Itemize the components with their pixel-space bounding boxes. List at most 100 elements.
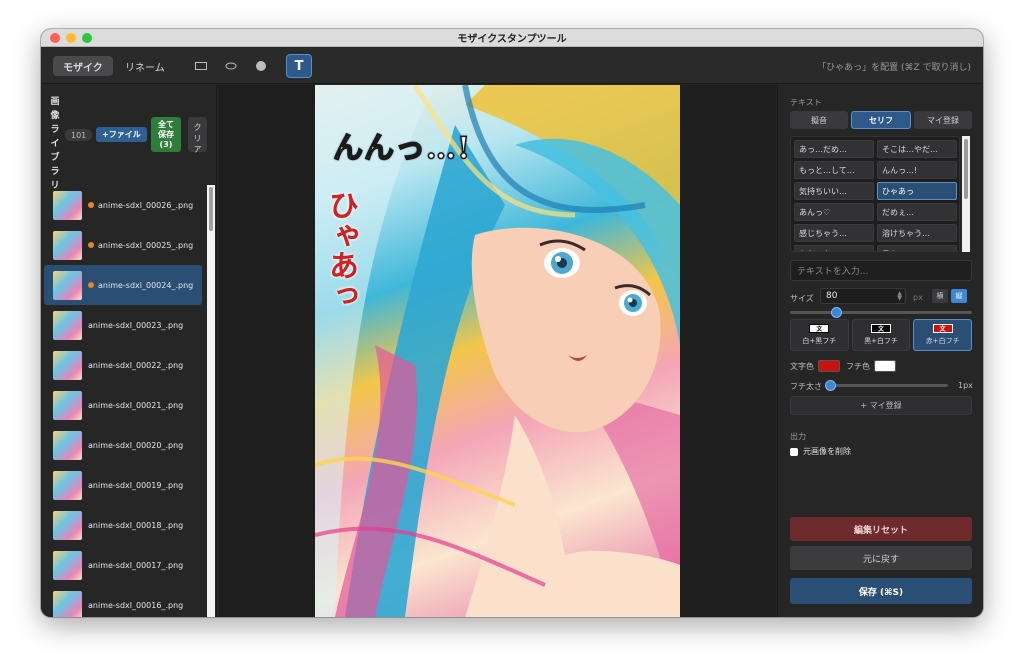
output-section-label: 出力 (790, 432, 806, 441)
tab-rename[interactable]: リネーム (115, 56, 175, 76)
phrase-item[interactable]: 見ないで… (877, 245, 957, 251)
size-input[interactable]: 80 ▲ ▼ (820, 288, 906, 304)
close-window-button[interactable] (50, 33, 60, 43)
modified-dot-icon (88, 202, 94, 208)
phrase-item[interactable]: だめぇ… (877, 203, 957, 221)
toolbar: モザイク リネーム T 「ひゃあっ」を配置 (⌘Z で取り消し) (41, 48, 983, 84)
modified-dot-icon (88, 282, 94, 288)
scrollbar-thumb[interactable] (964, 139, 968, 199)
preset-white-black-edge[interactable]: 文 白+黒フチ (790, 319, 849, 351)
file-list-scrollbar[interactable] (207, 185, 215, 617)
scrollbar-thumb[interactable] (209, 187, 213, 231)
edge-width-slider-knob[interactable] (825, 380, 836, 391)
add-my-phrase-button[interactable]: + マイ登録 (790, 396, 972, 415)
file-list-item[interactable]: anime-sdxl_00022_.png (44, 345, 202, 385)
size-label: サイズ (790, 294, 814, 303)
phrase-item[interactable]: そこは…やだ… (877, 140, 957, 158)
text-color-label: 文字色 (790, 361, 814, 371)
file-thumbnail (53, 270, 82, 300)
stepper-icon[interactable]: ▲ ▼ (897, 291, 902, 302)
phrase-item[interactable]: あっ…だめ… (794, 140, 874, 158)
ellipse-icon[interactable] (222, 57, 240, 75)
size-slider[interactable] (790, 311, 972, 314)
file-name: anime-sdxl_00017_.png (88, 560, 184, 570)
anime-illustration-image[interactable]: んんっ…! ひゃあっ (315, 85, 680, 617)
text-stamp-2[interactable]: ひゃあっ (323, 190, 359, 310)
file-list-item[interactable]: anime-sdxl_00018_.png (44, 505, 202, 545)
preset-black-white-edge[interactable]: 文 黒+白フチ (851, 319, 911, 351)
phrase-list[interactable]: あっ…だめ… そこは…やだ… もっと…して… んんっ…! 気持ちいい… ひゃあっ あんっ♡ だ… (790, 136, 960, 252)
tab-my-registered[interactable]: マイ登録 (914, 111, 972, 129)
zoom-window-button[interactable] (82, 33, 92, 43)
horizontal-button[interactable]: 横 (932, 289, 948, 303)
save-all-label-line: (3) (159, 140, 173, 149)
edge-color-picker[interactable] (874, 360, 896, 372)
edge-width-slider[interactable] (830, 384, 948, 387)
minimize-window-button[interactable] (66, 33, 76, 43)
clear-button[interactable]: ク リ ア (188, 117, 207, 154)
file-list-item[interactable]: anime-sdxl_00017_.png (44, 545, 202, 585)
tab-onomatopoeia[interactable]: 擬音 (790, 111, 848, 129)
file-thumbnail (53, 190, 82, 220)
library-label: 画像ライブラリ (50, 97, 60, 191)
file-thumbnail (53, 470, 82, 500)
preset-red-white-edge[interactable]: 文 赤+白フチ (913, 319, 973, 351)
file-list-item[interactable]: anime-sdxl_00023_.png (44, 305, 202, 345)
file-name: anime-sdxl_00025_.png (98, 240, 194, 250)
vertical-button[interactable]: 縦 (951, 289, 967, 303)
phrase-item[interactable]: 感じちゃう… (794, 224, 874, 242)
rectangle-icon[interactable] (192, 57, 210, 75)
file-list-item[interactable]: anime-sdxl_00016_.png (44, 585, 202, 617)
tab-mosaic[interactable]: モザイク (53, 56, 113, 76)
save-all-button[interactable]: 全て 保存 (3) (151, 117, 181, 152)
preset-label: 赤+白フチ (925, 337, 960, 345)
edge-color-label: フチ色 (846, 361, 870, 371)
file-name: anime-sdxl_00024_.png (98, 280, 194, 290)
phrase-item[interactable]: んんっ…! (877, 161, 957, 179)
file-name: anime-sdxl_00018_.png (88, 520, 184, 530)
file-list-item[interactable]: anime-sdxl_00020_.png (44, 425, 202, 465)
canvas-area[interactable]: んんっ…! ひゃあっ (218, 85, 776, 617)
file-list-item[interactable]: anime-sdxl_00026_.png (44, 185, 202, 225)
size-slider-knob[interactable] (830, 307, 842, 318)
orientation-toggle: 横 縦 (932, 289, 967, 303)
category-tabs: 擬音 セリフ マイ登録 (790, 111, 972, 129)
text-input[interactable]: テキストを入力... (790, 260, 972, 281)
save-button[interactable]: 保存 (⌘S) (790, 578, 972, 604)
delete-original-option[interactable]: 元画像を削除 (790, 446, 851, 457)
text-tool-button[interactable]: T (286, 54, 312, 78)
file-name: anime-sdxl_00023_.png (88, 320, 184, 330)
file-thumbnail (53, 310, 82, 340)
file-name: anime-sdxl_00020_.png (88, 440, 184, 450)
add-file-button[interactable]: +ファイル (96, 127, 147, 142)
file-list[interactable]: anime-sdxl_00026_.png anime-sdxl_00025_.p… (41, 185, 205, 617)
file-name: anime-sdxl_00019_.png (88, 480, 184, 490)
preset-swatch: 文 (809, 324, 830, 333)
phrase-list-scrollbar[interactable] (962, 136, 970, 252)
window-title: モザイクスタンプツール (457, 34, 567, 45)
phrase-item[interactable]: あんっ♡ (794, 203, 874, 221)
phrase-item[interactable]: もうイク… (794, 245, 874, 251)
reset-edits-button[interactable]: 編集リセット (790, 517, 972, 541)
tab-serif[interactable]: セリフ (851, 111, 911, 129)
phrase-item[interactable]: もっと…して… (794, 161, 874, 179)
delete-original-label: 元画像を削除 (803, 447, 851, 456)
phrase-item[interactable]: 気持ちいい… (794, 182, 874, 200)
file-list-item[interactable]: anime-sdxl_00025_.png (44, 225, 202, 265)
phrase-item[interactable]: 溶けちゃう… (877, 224, 957, 242)
phrase-item[interactable]: ひゃあっ (877, 182, 957, 200)
text-color-picker[interactable] (818, 360, 840, 372)
save-all-label-line: 全て (158, 120, 174, 129)
text-settings-panel: テキスト 擬音 セリフ マイ登録 あっ…だめ… そこは…やだ… もっと…して… んんっ… (777, 85, 983, 617)
file-list-item[interactable]: anime-sdxl_00019_.png (44, 465, 202, 505)
clear-label-line: リ (193, 134, 202, 143)
delete-original-checkbox[interactable] (790, 447, 798, 456)
undo-button[interactable]: 元に戻す (790, 546, 972, 570)
preset-swatch: 文 (871, 324, 891, 333)
file-list-item[interactable]: anime-sdxl_00024_.png (44, 265, 202, 305)
modified-dot-icon (88, 242, 94, 248)
brush-dot-icon[interactable] (252, 57, 270, 75)
save-all-label-line: 保存 (158, 130, 174, 139)
file-list-item[interactable]: anime-sdxl_00021_.png (44, 385, 202, 425)
text-stamp-1[interactable]: んんっ…! (332, 123, 471, 167)
